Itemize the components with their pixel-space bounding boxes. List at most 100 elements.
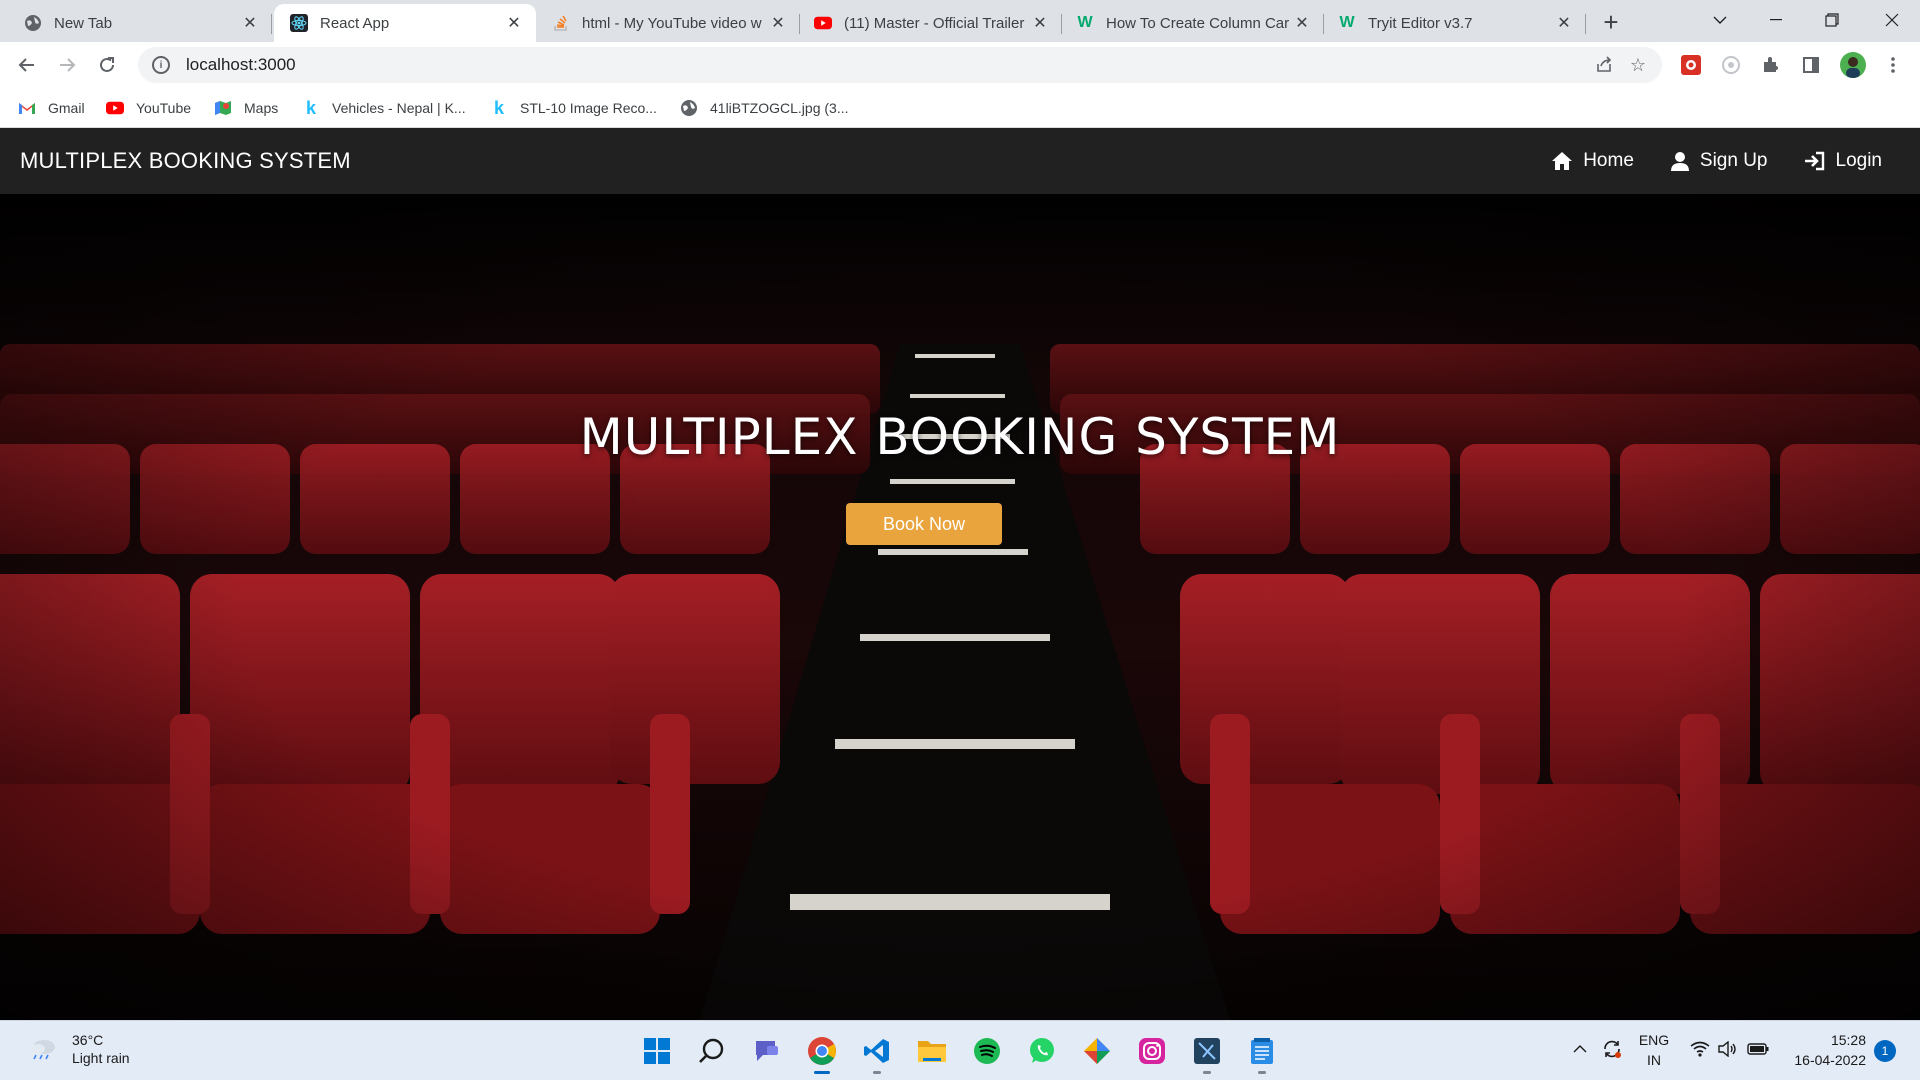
volume-icon[interactable] xyxy=(1716,1037,1740,1061)
bookmark-label: YouTube xyxy=(136,100,192,116)
book-now-button[interactable]: Book Now xyxy=(846,503,1002,545)
taskbar: 36°C Light rain ENG IN 15:28 16-04-2022 … xyxy=(0,1020,1920,1080)
user-icon xyxy=(1670,152,1689,171)
lang-code: ENG xyxy=(1638,1032,1670,1048)
hero-title: MULTIPLEX BOOKING SYSTEM xyxy=(579,408,1341,466)
bookmark-gmail[interactable]: Gmail xyxy=(18,97,85,119)
react-icon xyxy=(290,14,308,32)
browser-tab[interactable]: (11) Master - Official Trailer ✕ xyxy=(800,4,1062,42)
weather-temp: 36°C xyxy=(72,1032,104,1048)
profile-avatar[interactable] xyxy=(1840,52,1866,78)
battery-icon[interactable] xyxy=(1746,1037,1770,1061)
taskbar-chrome[interactable] xyxy=(804,1033,840,1074)
forward-button[interactable] xyxy=(52,50,82,80)
kaggle-icon: k xyxy=(305,97,316,118)
navbar-brand[interactable]: MULTIPLEX BOOKING SYSTEM xyxy=(20,148,351,174)
gmail-icon xyxy=(18,99,36,117)
globe-icon xyxy=(680,99,698,117)
nav-label: Sign Up xyxy=(1699,150,1768,171)
youtube-icon xyxy=(106,99,124,117)
taskbar-file-explorer[interactable] xyxy=(914,1033,950,1069)
nav-label: Login xyxy=(1835,150,1883,171)
tray-overflow-chevron-icon[interactable] xyxy=(1570,1037,1590,1061)
browser-tab[interactable]: W How To Create Column Car ✕ xyxy=(1062,4,1324,42)
puzzle-icon[interactable] xyxy=(1760,54,1782,76)
weather-widget[interactable]: 36°C Light rain xyxy=(28,1031,130,1067)
search-icon xyxy=(699,1038,724,1063)
new-tab-button[interactable]: + xyxy=(1596,7,1626,37)
taskbar-notepad[interactable] xyxy=(1244,1033,1280,1074)
maps-icon xyxy=(214,99,232,117)
bookmark-youtube[interactable]: YouTube xyxy=(106,97,191,119)
browser-tab[interactable]: html - My YouTube video w ✕ xyxy=(538,4,800,42)
nav-home-link[interactable]: Home xyxy=(1551,150,1634,172)
close-tab-icon[interactable]: ✕ xyxy=(240,13,260,33)
windows-icon xyxy=(644,1038,670,1064)
browser-tab-active[interactable]: React App ✕ xyxy=(274,4,536,42)
close-tab-icon[interactable]: ✕ xyxy=(1030,13,1050,33)
taskbar-app[interactable] xyxy=(1079,1033,1115,1069)
nav-login-link[interactable]: Login xyxy=(1804,150,1883,172)
sync-icon[interactable] xyxy=(1600,1037,1624,1061)
close-window-button[interactable] xyxy=(1864,0,1920,40)
close-tab-icon[interactable]: ✕ xyxy=(768,13,788,33)
taskbar-whatsapp[interactable] xyxy=(1024,1033,1060,1069)
nav-signup-link[interactable]: Sign Up xyxy=(1670,150,1768,172)
close-tab-icon[interactable]: ✕ xyxy=(1554,13,1574,33)
bookmark-label: Vehicles - Nepal | K... xyxy=(332,100,466,116)
tab-search-icon[interactable] xyxy=(1692,0,1748,40)
chat-icon xyxy=(756,1041,778,1061)
address-bar[interactable]: i localhost:3000 ☆ xyxy=(138,47,1662,83)
taskbar-app[interactable] xyxy=(1189,1033,1225,1074)
browser-tab[interactable]: W Tryit Editor v3.7 ✕ xyxy=(1324,4,1586,42)
browser-toolbar: i localhost:3000 ☆ xyxy=(0,42,1920,88)
running-indicator xyxy=(873,1071,881,1074)
share-icon[interactable] xyxy=(1594,55,1614,75)
app-navbar: MULTIPLEX BOOKING SYSTEM Home Sign Up Lo… xyxy=(0,128,1920,194)
back-button[interactable] xyxy=(12,50,42,80)
bookmark-star-icon[interactable]: ☆ xyxy=(1628,55,1648,75)
bookmark-label: 41liBTZOGCL.jpg (3... xyxy=(710,100,849,116)
menu-kebab-icon[interactable] xyxy=(1882,54,1904,76)
browser-tab[interactable]: New Tab ✕ xyxy=(0,4,272,42)
minimize-button[interactable] xyxy=(1748,0,1804,40)
close-tab-icon[interactable]: ✕ xyxy=(504,13,524,33)
folder-icon xyxy=(918,1041,946,1062)
clock[interactable]: 15:28 16-04-2022 xyxy=(1776,1030,1866,1070)
clock-date: 16-04-2022 xyxy=(1794,1052,1866,1068)
bookmark-label: Gmail xyxy=(48,100,85,116)
language-indicator[interactable]: ENG IN xyxy=(1634,1030,1674,1070)
tab-separator xyxy=(271,14,272,34)
bookmarks-bar: Gmail YouTube Maps k Vehicles - Nepal | … xyxy=(0,88,1920,128)
bookmark-maps[interactable]: Maps xyxy=(214,97,278,119)
home-icon xyxy=(1552,152,1573,170)
restore-button[interactable] xyxy=(1804,0,1860,40)
address-url[interactable]: localhost:3000 xyxy=(186,55,296,75)
extension-icon[interactable] xyxy=(1680,54,1702,76)
taskbar-vscode[interactable] xyxy=(859,1033,895,1074)
diamond-app-icon xyxy=(1084,1038,1110,1064)
search-button[interactable] xyxy=(694,1033,730,1069)
stackoverflow-icon xyxy=(552,14,570,32)
navbar-links: Home Sign Up Login xyxy=(1515,128,1882,194)
wifi-icon[interactable] xyxy=(1688,1037,1712,1061)
notepad-icon xyxy=(1251,1038,1273,1064)
start-button[interactable] xyxy=(639,1033,675,1069)
teams-chat-button[interactable] xyxy=(749,1033,785,1069)
extension-icon[interactable] xyxy=(1720,54,1742,76)
taskbar-spotify[interactable] xyxy=(969,1033,1005,1069)
site-info-icon[interactable]: i xyxy=(152,56,170,74)
reload-button[interactable] xyxy=(92,50,122,80)
bookmark-vehicles[interactable]: k Vehicles - Nepal | K... xyxy=(302,97,466,119)
whatsapp-icon xyxy=(1030,1038,1054,1063)
ide-icon xyxy=(1194,1038,1220,1064)
bookmark-stl10[interactable]: k STL-10 Image Reco... xyxy=(490,97,657,119)
close-tab-icon[interactable]: ✕ xyxy=(1292,13,1312,33)
taskbar-instagram[interactable] xyxy=(1134,1033,1170,1069)
bookmark-image[interactable]: 41liBTZOGCL.jpg (3... xyxy=(680,97,849,119)
tab-title: React App xyxy=(320,14,390,32)
notification-badge[interactable]: 1 xyxy=(1874,1040,1896,1062)
running-indicator xyxy=(814,1071,830,1074)
lang-region: IN xyxy=(1647,1052,1661,1068)
side-panel-icon[interactable] xyxy=(1800,54,1822,76)
